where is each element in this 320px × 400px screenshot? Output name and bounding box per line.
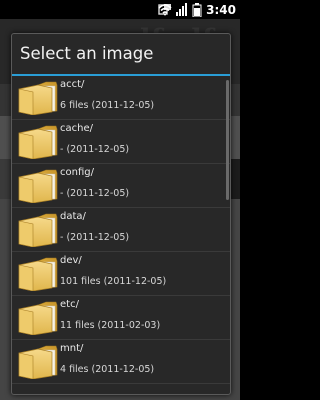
signal-icon (176, 3, 188, 16)
item-info: - (2011-12-05) (60, 188, 130, 199)
folder-icon (16, 301, 60, 336)
list-item[interactable]: cache/ - (2011-12-05) (12, 120, 230, 164)
folder-icon (16, 345, 60, 380)
item-info: 4 files (2011-12-05) (60, 364, 155, 375)
dialog-title: Select an image (20, 44, 154, 63)
wifi-icon (158, 4, 172, 16)
list-item[interactable]: acct/6 files (2011-12-05) (12, 76, 230, 120)
folder-icon (16, 257, 60, 292)
item-info: 11 files (2011-02-03) (60, 320, 161, 331)
item-name: cache/ (60, 123, 93, 134)
item-name: etc/ (60, 299, 79, 310)
item-info: 101 files (2011-12-05) (60, 276, 167, 287)
folder-icon (16, 81, 60, 116)
list-item[interactable]: etc/11 files (2011-02-03) (12, 296, 230, 340)
item-name: acct/ (60, 79, 85, 90)
item-name: data/ (60, 211, 86, 222)
list-item[interactable]: data/ - (2011-12-05) (12, 208, 230, 252)
folder-icon (16, 169, 60, 204)
item-info: 6 files (2011-12-05) (60, 100, 155, 111)
status-icons: 3:40 (158, 0, 236, 19)
folder-icon (16, 125, 60, 160)
list-item[interactable]: config/ - (2011-12-05) (12, 164, 230, 208)
list-item[interactable]: dev/101 files (2011-12-05) (12, 252, 230, 296)
item-info: - (2011-12-05) (60, 232, 130, 243)
folder-icon (16, 213, 60, 248)
item-name: dev/ (60, 255, 82, 266)
item-name: mnt/ (60, 343, 84, 354)
list-item[interactable]: mnt/4 files (2011-12-05) (12, 340, 230, 384)
scrollbar[interactable] (226, 80, 229, 200)
status-time: 3:40 (206, 2, 236, 17)
file-list[interactable]: acct/6 files (2011-12-05) cache/ - (2011-… (12, 76, 230, 384)
item-info: - (2011-12-05) (60, 144, 130, 155)
battery-icon (192, 2, 202, 17)
item-name: config/ (60, 167, 94, 178)
select-image-dialog: Select an image acct/6 files (2011-12-05… (11, 33, 231, 395)
status-bar: 3:40 (0, 0, 240, 19)
